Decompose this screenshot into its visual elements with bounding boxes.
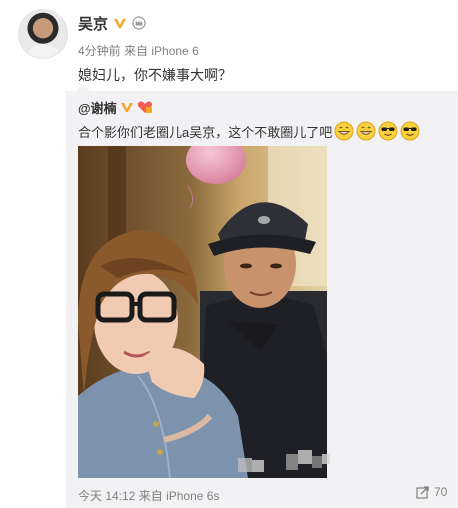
- blurred-watermark: [238, 450, 330, 472]
- post-source: iPhone 6: [151, 44, 199, 58]
- repost-photo[interactable]: [78, 146, 327, 478]
- repost-share-button[interactable]: 70: [416, 485, 447, 499]
- verified-v-icon: [114, 19, 127, 28]
- post-source-prefix: 来自: [124, 44, 149, 58]
- repost-author-name[interactable]: @谢楠: [78, 98, 117, 117]
- repost-pointer: [76, 84, 90, 91]
- verified-v-icon: [120, 103, 133, 112]
- share-icon: [416, 486, 429, 499]
- member-crown-icon: [132, 16, 146, 30]
- share-count: 70: [434, 485, 448, 499]
- author-avatar[interactable]: [18, 9, 68, 59]
- repost-time[interactable]: 今天 14:12: [78, 489, 135, 503]
- repost-text: 合个影你们老圈儿a吴京，这个不敢圈儿了吧: [78, 124, 333, 140]
- avatar-shirt: [28, 44, 60, 58]
- grin-emoji: [334, 121, 354, 141]
- repost-source-prefix: 来自: [138, 489, 163, 503]
- repost-author-row: @谢楠: [78, 98, 153, 117]
- grin-emoji: [356, 121, 376, 141]
- repost-meta: 今天 14:12 来自 iPhone 6s: [78, 487, 219, 504]
- post-time[interactable]: 4分钟前: [78, 44, 121, 58]
- author-name[interactable]: 吴京: [78, 13, 108, 34]
- weibo-post: 吴京 4分钟前 来自 iPhone 6 媳妇儿，你不嫌事大啊？ @谢楠 合个影你…: [0, 0, 458, 508]
- sunglasses-emoji: [378, 121, 398, 141]
- post-meta: 4分钟前 来自 iPhone 6: [78, 42, 199, 59]
- post-text: 媳妇儿，你不嫌事大啊？: [78, 67, 232, 83]
- member-heart-icon: [137, 101, 152, 113]
- author-name-row: 吴京: [78, 13, 146, 33]
- repost-source: iPhone 6s: [166, 489, 220, 503]
- repost-text-row: 合个影你们老圈儿a吴京，这个不敢圈儿了吧: [78, 121, 420, 141]
- sunglasses-emoji: [400, 121, 420, 141]
